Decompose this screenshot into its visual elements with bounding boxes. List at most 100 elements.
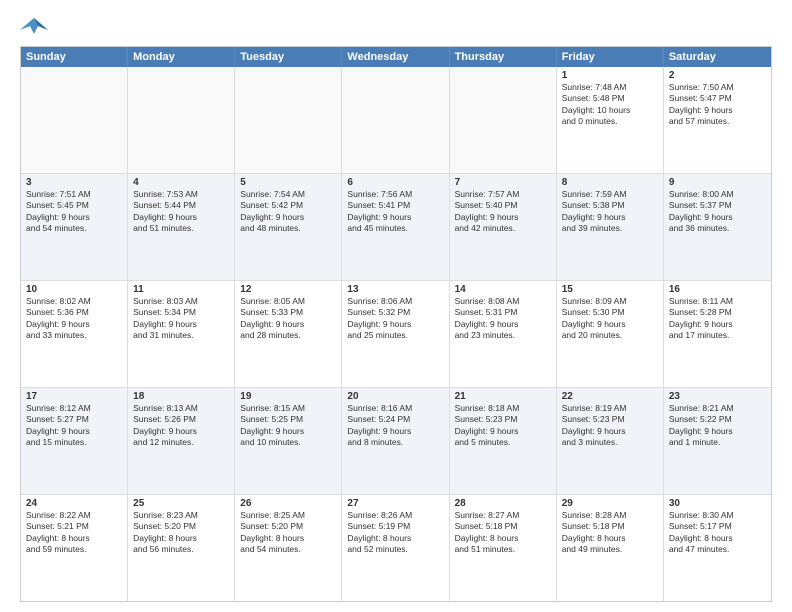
- logo-icon: [20, 16, 48, 38]
- day-detail: Sunrise: 8:27 AM Sunset: 5:18 PM Dayligh…: [455, 510, 551, 556]
- day-cell-22: 22Sunrise: 8:19 AM Sunset: 5:23 PM Dayli…: [557, 388, 664, 494]
- day-number: 13: [347, 284, 443, 295]
- day-cell-16: 16Sunrise: 8:11 AM Sunset: 5:28 PM Dayli…: [664, 281, 771, 387]
- day-number: 17: [26, 391, 122, 402]
- day-cell-28: 28Sunrise: 8:27 AM Sunset: 5:18 PM Dayli…: [450, 495, 557, 601]
- day-number: 8: [562, 177, 658, 188]
- empty-cell: [235, 67, 342, 173]
- header-cell-thursday: Thursday: [450, 47, 557, 67]
- day-number: 15: [562, 284, 658, 295]
- day-detail: Sunrise: 8:30 AM Sunset: 5:17 PM Dayligh…: [669, 510, 766, 556]
- day-detail: Sunrise: 7:51 AM Sunset: 5:45 PM Dayligh…: [26, 189, 122, 235]
- day-number: 1: [562, 70, 658, 81]
- day-detail: Sunrise: 8:05 AM Sunset: 5:33 PM Dayligh…: [240, 296, 336, 342]
- header-cell-monday: Monday: [128, 47, 235, 67]
- day-detail: Sunrise: 8:12 AM Sunset: 5:27 PM Dayligh…: [26, 403, 122, 449]
- logo: [20, 16, 52, 38]
- day-cell-19: 19Sunrise: 8:15 AM Sunset: 5:25 PM Dayli…: [235, 388, 342, 494]
- day-number: 9: [669, 177, 766, 188]
- day-detail: Sunrise: 8:22 AM Sunset: 5:21 PM Dayligh…: [26, 510, 122, 556]
- day-number: 12: [240, 284, 336, 295]
- page: SundayMondayTuesdayWednesdayThursdayFrid…: [0, 0, 792, 612]
- day-number: 25: [133, 498, 229, 509]
- day-number: 21: [455, 391, 551, 402]
- day-cell-9: 9Sunrise: 8:00 AM Sunset: 5:37 PM Daylig…: [664, 174, 771, 280]
- header: [20, 16, 772, 38]
- day-cell-11: 11Sunrise: 8:03 AM Sunset: 5:34 PM Dayli…: [128, 281, 235, 387]
- day-cell-13: 13Sunrise: 8:06 AM Sunset: 5:32 PM Dayli…: [342, 281, 449, 387]
- calendar-header: SundayMondayTuesdayWednesdayThursdayFrid…: [21, 47, 771, 67]
- calendar-body: 1Sunrise: 7:48 AM Sunset: 5:48 PM Daylig…: [21, 67, 771, 601]
- day-detail: Sunrise: 8:13 AM Sunset: 5:26 PM Dayligh…: [133, 403, 229, 449]
- calendar: SundayMondayTuesdayWednesdayThursdayFrid…: [20, 46, 772, 602]
- day-cell-14: 14Sunrise: 8:08 AM Sunset: 5:31 PM Dayli…: [450, 281, 557, 387]
- day-cell-24: 24Sunrise: 8:22 AM Sunset: 5:21 PM Dayli…: [21, 495, 128, 601]
- day-number: 3: [26, 177, 122, 188]
- day-cell-29: 29Sunrise: 8:28 AM Sunset: 5:18 PM Dayli…: [557, 495, 664, 601]
- day-cell-2: 2Sunrise: 7:50 AM Sunset: 5:47 PM Daylig…: [664, 67, 771, 173]
- day-cell-10: 10Sunrise: 8:02 AM Sunset: 5:36 PM Dayli…: [21, 281, 128, 387]
- day-number: 18: [133, 391, 229, 402]
- day-number: 20: [347, 391, 443, 402]
- day-cell-23: 23Sunrise: 8:21 AM Sunset: 5:22 PM Dayli…: [664, 388, 771, 494]
- header-cell-wednesday: Wednesday: [342, 47, 449, 67]
- day-detail: Sunrise: 8:16 AM Sunset: 5:24 PM Dayligh…: [347, 403, 443, 449]
- day-cell-30: 30Sunrise: 8:30 AM Sunset: 5:17 PM Dayli…: [664, 495, 771, 601]
- day-detail: Sunrise: 8:06 AM Sunset: 5:32 PM Dayligh…: [347, 296, 443, 342]
- day-cell-4: 4Sunrise: 7:53 AM Sunset: 5:44 PM Daylig…: [128, 174, 235, 280]
- header-cell-sunday: Sunday: [21, 47, 128, 67]
- day-detail: Sunrise: 8:02 AM Sunset: 5:36 PM Dayligh…: [26, 296, 122, 342]
- day-number: 23: [669, 391, 766, 402]
- day-number: 24: [26, 498, 122, 509]
- day-detail: Sunrise: 7:54 AM Sunset: 5:42 PM Dayligh…: [240, 189, 336, 235]
- day-number: 19: [240, 391, 336, 402]
- day-detail: Sunrise: 8:23 AM Sunset: 5:20 PM Dayligh…: [133, 510, 229, 556]
- day-number: 22: [562, 391, 658, 402]
- day-cell-15: 15Sunrise: 8:09 AM Sunset: 5:30 PM Dayli…: [557, 281, 664, 387]
- day-cell-3: 3Sunrise: 7:51 AM Sunset: 5:45 PM Daylig…: [21, 174, 128, 280]
- calendar-row-2: 10Sunrise: 8:02 AM Sunset: 5:36 PM Dayli…: [21, 281, 771, 388]
- header-cell-tuesday: Tuesday: [235, 47, 342, 67]
- day-number: 16: [669, 284, 766, 295]
- header-cell-friday: Friday: [557, 47, 664, 67]
- day-cell-7: 7Sunrise: 7:57 AM Sunset: 5:40 PM Daylig…: [450, 174, 557, 280]
- day-detail: Sunrise: 8:15 AM Sunset: 5:25 PM Dayligh…: [240, 403, 336, 449]
- empty-cell: [342, 67, 449, 173]
- day-detail: Sunrise: 8:25 AM Sunset: 5:20 PM Dayligh…: [240, 510, 336, 556]
- day-number: 10: [26, 284, 122, 295]
- day-detail: Sunrise: 8:19 AM Sunset: 5:23 PM Dayligh…: [562, 403, 658, 449]
- day-detail: Sunrise: 8:28 AM Sunset: 5:18 PM Dayligh…: [562, 510, 658, 556]
- day-detail: Sunrise: 7:56 AM Sunset: 5:41 PM Dayligh…: [347, 189, 443, 235]
- day-cell-25: 25Sunrise: 8:23 AM Sunset: 5:20 PM Dayli…: [128, 495, 235, 601]
- day-detail: Sunrise: 8:00 AM Sunset: 5:37 PM Dayligh…: [669, 189, 766, 235]
- day-number: 5: [240, 177, 336, 188]
- day-cell-1: 1Sunrise: 7:48 AM Sunset: 5:48 PM Daylig…: [557, 67, 664, 173]
- day-cell-6: 6Sunrise: 7:56 AM Sunset: 5:41 PM Daylig…: [342, 174, 449, 280]
- day-number: 4: [133, 177, 229, 188]
- day-cell-17: 17Sunrise: 8:12 AM Sunset: 5:27 PM Dayli…: [21, 388, 128, 494]
- empty-cell: [128, 67, 235, 173]
- day-cell-21: 21Sunrise: 8:18 AM Sunset: 5:23 PM Dayli…: [450, 388, 557, 494]
- calendar-row-3: 17Sunrise: 8:12 AM Sunset: 5:27 PM Dayli…: [21, 388, 771, 495]
- day-detail: Sunrise: 7:59 AM Sunset: 5:38 PM Dayligh…: [562, 189, 658, 235]
- day-number: 11: [133, 284, 229, 295]
- day-detail: Sunrise: 7:57 AM Sunset: 5:40 PM Dayligh…: [455, 189, 551, 235]
- day-cell-18: 18Sunrise: 8:13 AM Sunset: 5:26 PM Dayli…: [128, 388, 235, 494]
- day-detail: Sunrise: 7:53 AM Sunset: 5:44 PM Dayligh…: [133, 189, 229, 235]
- day-number: 28: [455, 498, 551, 509]
- day-number: 2: [669, 70, 766, 81]
- day-number: 27: [347, 498, 443, 509]
- day-number: 29: [562, 498, 658, 509]
- day-detail: Sunrise: 8:21 AM Sunset: 5:22 PM Dayligh…: [669, 403, 766, 449]
- day-detail: Sunrise: 8:09 AM Sunset: 5:30 PM Dayligh…: [562, 296, 658, 342]
- day-detail: Sunrise: 7:50 AM Sunset: 5:47 PM Dayligh…: [669, 82, 766, 128]
- calendar-row-4: 24Sunrise: 8:22 AM Sunset: 5:21 PM Dayli…: [21, 495, 771, 601]
- day-detail: Sunrise: 8:11 AM Sunset: 5:28 PM Dayligh…: [669, 296, 766, 342]
- day-number: 26: [240, 498, 336, 509]
- day-detail: Sunrise: 8:08 AM Sunset: 5:31 PM Dayligh…: [455, 296, 551, 342]
- day-detail: Sunrise: 8:03 AM Sunset: 5:34 PM Dayligh…: [133, 296, 229, 342]
- day-cell-5: 5Sunrise: 7:54 AM Sunset: 5:42 PM Daylig…: [235, 174, 342, 280]
- day-number: 7: [455, 177, 551, 188]
- day-detail: Sunrise: 7:48 AM Sunset: 5:48 PM Dayligh…: [562, 82, 658, 128]
- empty-cell: [450, 67, 557, 173]
